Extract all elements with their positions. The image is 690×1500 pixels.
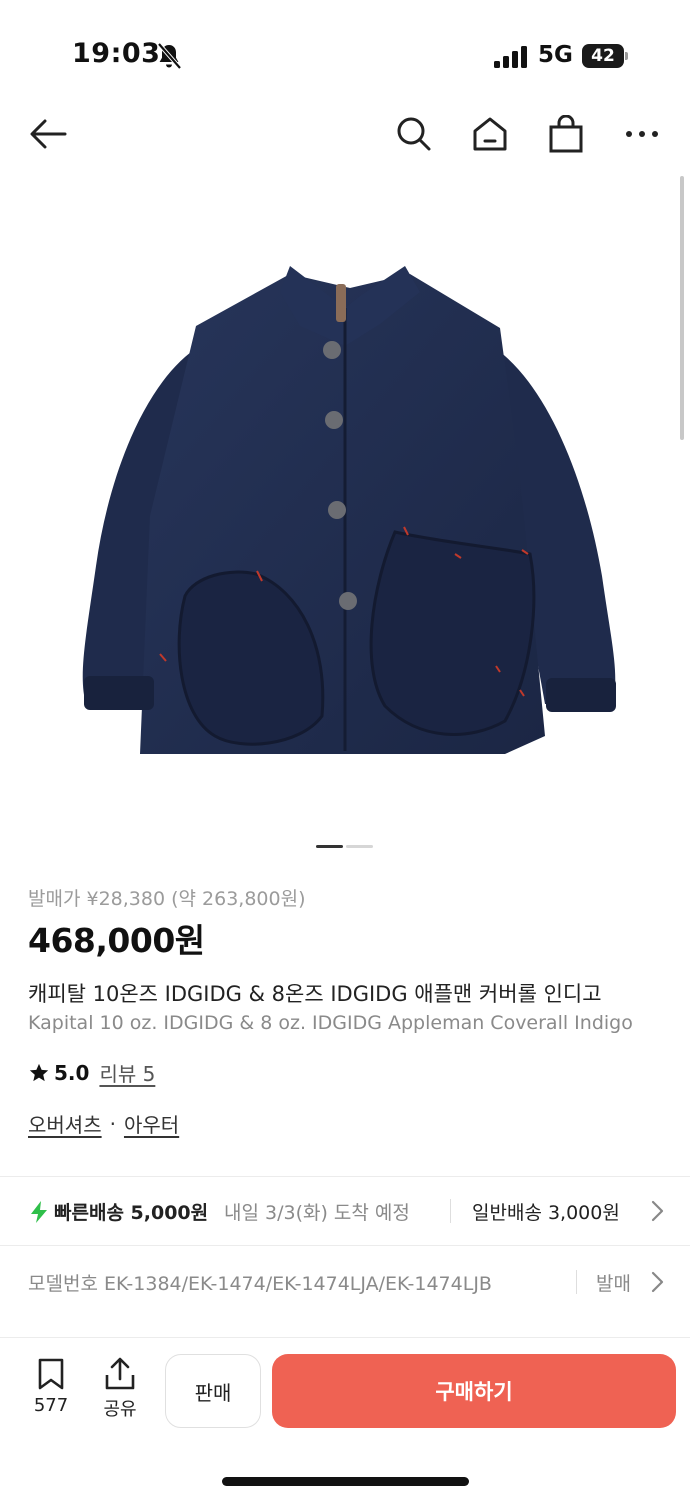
fast-delivery-eta: 내일 3/3(화) 도착 예정 (224, 1202, 410, 1224)
product-price: 468,000원 (28, 921, 205, 960)
model-more-label: 발매 (596, 1273, 631, 1295)
nav-bar (0, 110, 690, 160)
page-dot-active (316, 845, 343, 848)
jacket-image (82, 266, 616, 754)
product-image[interactable] (0, 176, 690, 836)
scroll-thumb[interactable] (680, 176, 684, 440)
network-label: 5G (538, 42, 573, 68)
buy-button[interactable]: 구매하기 (272, 1354, 676, 1428)
category-sub-link[interactable]: 아우터 (124, 1109, 179, 1138)
status-time: 19:03 (72, 38, 161, 69)
back-arrow-icon[interactable] (24, 110, 72, 158)
bell-muted-icon (157, 42, 182, 70)
review-link[interactable]: 리뷰 5 (99, 1058, 155, 1087)
fast-delivery-label: 빠른배송 5,000원 (54, 1202, 209, 1224)
bottom-action-bar: 577 공유 판매 구매하기 (0, 1337, 690, 1500)
share-button[interactable]: 공유 (94, 1357, 146, 1421)
model-number-row[interactable]: 모델번호 EK-1384/EK-1474/EK-1474LJA/EK-1474L… (0, 1246, 690, 1316)
release-price: 발매가 ¥28,380 (약 263,800원) (28, 888, 306, 910)
shopping-bag-icon[interactable] (542, 110, 590, 158)
category-breadcrumb: 오버셔츠 · 아우터 (28, 1109, 179, 1138)
product-name-ko: 캐피탈 10온즈 IDGIDG & 8온즈 IDGIDG 애플맨 커버롤 인디고 (28, 982, 602, 1006)
lightning-icon (31, 1201, 47, 1223)
category-separator: · (109, 1111, 116, 1136)
battery-level: 42 (582, 44, 624, 68)
rating-value: 5.0 (54, 1060, 90, 1085)
more-icon[interactable] (618, 110, 666, 158)
status-bar: 19:03 5G 42 (0, 0, 690, 110)
share-label: 공유 (103, 1399, 137, 1420)
sell-button[interactable]: 판매 (165, 1354, 261, 1428)
bookmark-button[interactable]: 577 (25, 1357, 77, 1416)
home-icon[interactable] (466, 110, 514, 158)
search-icon[interactable] (390, 110, 438, 158)
star-icon (29, 1063, 49, 1081)
home-indicator (222, 1477, 469, 1486)
delivery-options-row[interactable]: 빠른배송 5,000원 내일 3/3(화) 도착 예정 일반배송 3,000원 (0, 1177, 690, 1245)
page-dot (346, 845, 373, 848)
signal-icon (494, 46, 527, 68)
normal-delivery-label: 일반배송 3,000원 (472, 1202, 620, 1224)
bookmark-icon (38, 1358, 64, 1390)
model-separator (576, 1270, 577, 1294)
product-name-en: Kapital 10 oz. IDGIDG & 8 oz. IDGIDG App… (28, 1012, 633, 1034)
battery-icon: 42 (582, 44, 628, 68)
chevron-right-icon (651, 1200, 664, 1222)
delivery-separator (450, 1199, 451, 1223)
model-number: 모델번호 EK-1384/EK-1474/EK-1474LJA/EK-1474L… (28, 1273, 492, 1295)
chevron-right-icon (651, 1271, 664, 1293)
bookmark-count: 577 (33, 1395, 69, 1416)
image-page-indicator (316, 845, 373, 849)
share-icon (105, 1357, 135, 1390)
rating-row: 5.0 리뷰 5 (28, 1058, 155, 1087)
category-main-link[interactable]: 오버셔츠 (28, 1109, 102, 1138)
